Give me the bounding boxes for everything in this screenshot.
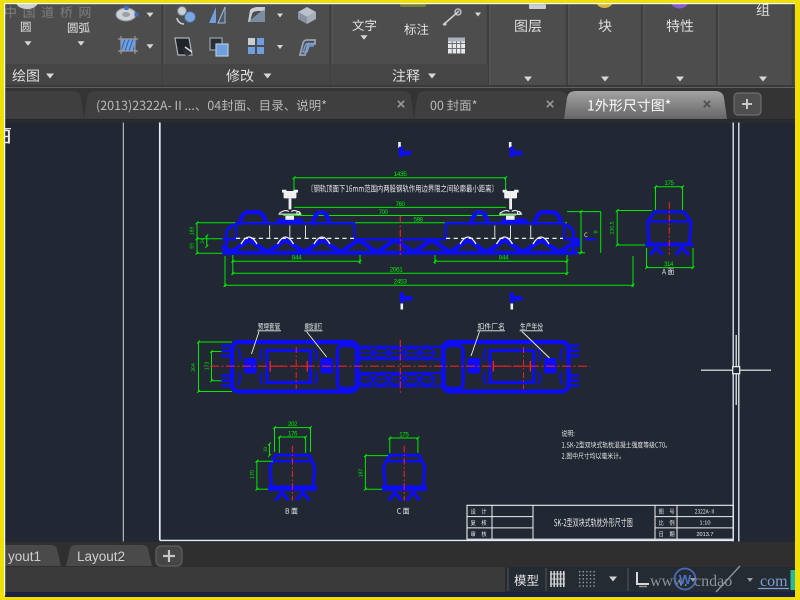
svg-text:314: 314 bbox=[664, 261, 674, 268]
svg-text:2013.7: 2013.7 bbox=[696, 532, 713, 538]
svg-text:Layout2: Layout2 bbox=[77, 549, 125, 564]
svg-text:202: 202 bbox=[288, 421, 298, 428]
svg-text:175: 175 bbox=[664, 180, 674, 187]
svg-text:844: 844 bbox=[499, 255, 510, 262]
svg-text:700: 700 bbox=[378, 209, 388, 216]
svg-text:2453: 2453 bbox=[393, 279, 407, 286]
svg-text:844: 844 bbox=[292, 255, 303, 262]
svg-text:2061: 2061 bbox=[389, 267, 403, 274]
svg-text:598: 598 bbox=[413, 216, 423, 223]
svg-text:1435: 1435 bbox=[393, 171, 407, 178]
svg-text:1:10: 1:10 bbox=[700, 521, 711, 527]
svg-text:176: 176 bbox=[288, 431, 298, 438]
svg-text:yout1: yout1 bbox=[8, 549, 41, 564]
svg-text:W: W bbox=[679, 572, 692, 587]
svg-text:com: com bbox=[760, 573, 788, 590]
svg-text:175: 175 bbox=[399, 431, 409, 438]
svg-text:760: 760 bbox=[395, 201, 405, 208]
